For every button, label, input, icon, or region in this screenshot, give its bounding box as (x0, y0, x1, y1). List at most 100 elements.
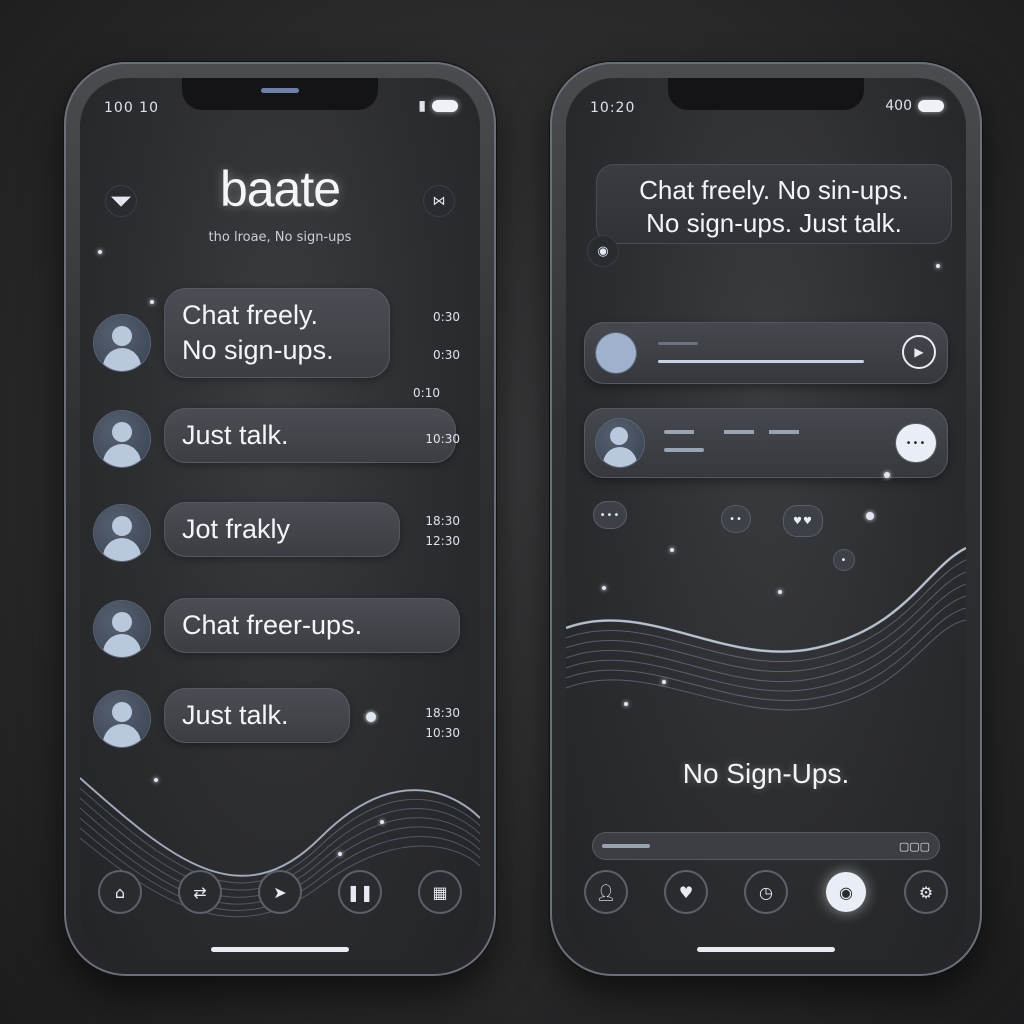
typing-bubble: ••• (594, 502, 626, 528)
bottom-nav: 👤︎ ♥ ◷ ◉ ⚙ (586, 872, 946, 912)
typing-bubble: • (834, 550, 854, 570)
timestamp: 10:30 (425, 432, 460, 446)
nav-clock-button[interactable]: ◷ (746, 872, 786, 912)
timestamp: 18:30 (425, 514, 460, 528)
dot-icon: • (840, 554, 848, 566)
record-icon: ◉ (597, 243, 609, 259)
message-bubble: Chat freer-ups. (164, 598, 460, 654)
battery-icon (432, 100, 458, 112)
sparkle (624, 702, 628, 706)
app-title: baate (219, 161, 341, 217)
nav-chat-button[interactable]: ◉ (826, 872, 866, 912)
banner-text: Chat freely. No sin-ups. No sign-ups. Ju… (639, 175, 909, 238)
bowtie-icon: ⋈ (432, 193, 446, 209)
status-text: 400 (885, 98, 912, 114)
avatar (596, 419, 644, 467)
chat-row[interactable]: Chat freely. No sign-ups. 0:30 0:30 0:10 (94, 288, 466, 400)
heart-icon: ♥ (678, 882, 694, 902)
voice-message-card[interactable]: ▶ (584, 322, 948, 384)
sparkle (98, 250, 102, 254)
share-icon: ⇄ (193, 882, 207, 902)
nav-share-button[interactable]: ⇄ (180, 872, 220, 912)
app-subtitle: tho lroae, No sign-ups (208, 230, 352, 245)
profile-icon: 👤︎ (595, 882, 617, 902)
home-indicator (211, 947, 349, 952)
nav-settings-button[interactable]: ⚙ (906, 872, 946, 912)
sparkle (154, 778, 158, 782)
nav-profile-button[interactable]: 👤︎ (586, 872, 626, 912)
home-indicator (697, 947, 835, 952)
sparkle (670, 548, 674, 552)
dots-icon: ••• (599, 509, 621, 521)
message-bubble: Just talk. (164, 408, 456, 464)
signal-icon: ▮ (418, 98, 426, 114)
phone-right: 10:20 400 Chat freely. No sin-ups. No si… (550, 62, 982, 976)
notch (668, 78, 864, 110)
nav-home-button[interactable]: ⌂ (100, 872, 140, 912)
timestamp: 12:30 (425, 534, 460, 548)
message-bubble: Just talk. (164, 688, 350, 744)
sparkle (884, 472, 890, 478)
send-icon: ➤ (273, 882, 287, 902)
avatar (94, 505, 150, 561)
message-button[interactable]: ••• (896, 424, 936, 462)
nav-heart-button[interactable]: ♥ (666, 872, 706, 912)
timestamp: 0:10 (413, 386, 440, 400)
menu-button[interactable]: ⋈ (424, 186, 454, 216)
audio-label-placeholder (658, 342, 698, 345)
sparkle (602, 586, 606, 590)
record-button[interactable]: ◉ (588, 236, 618, 266)
wave-decoration (566, 546, 966, 711)
battery-icon (918, 100, 944, 112)
home-icon: ⌂ (114, 882, 126, 902)
dots-icon: ♥♥ (793, 515, 813, 527)
status-time: 100 10 (104, 100, 159, 116)
play-icon: ▶ (914, 345, 924, 359)
dots-icon: •• (729, 513, 743, 525)
input-actions-icon[interactable]: ▢▢▢ (899, 840, 930, 853)
banner: Chat freely. No sin-ups. No sign-ups. Ju… (596, 164, 952, 244)
right-screen: 10:20 400 Chat freely. No sin-ups. No si… (566, 78, 966, 960)
slogan: No Sign-Ups. (682, 758, 850, 789)
timestamp: 0:30 (433, 310, 460, 324)
settings-icon: ⚙ (918, 882, 934, 902)
avatar (94, 315, 150, 371)
notch (182, 78, 378, 110)
message-bubble: Jot frakly (164, 502, 400, 558)
clock-icon: ◷ (759, 882, 773, 902)
sparkle (936, 264, 940, 268)
chat-dots-icon: ••• (905, 437, 927, 449)
play-button[interactable]: ▶ (902, 335, 936, 369)
chat-row[interactable]: Jot frakly 18:30 12:30 (94, 498, 466, 568)
chat-row[interactable]: Chat freer-ups. (94, 594, 466, 664)
timestamp: 0:30 (433, 348, 460, 362)
message-input-bar[interactable]: ▢▢▢ (592, 832, 940, 860)
message-bubble: Chat freely. No sign-ups. (164, 288, 390, 379)
status-indicators: 400 (885, 98, 944, 114)
nav-pause-button[interactable]: ❚❚ (340, 872, 380, 912)
typing-bubble: ♥♥ (784, 506, 822, 536)
avatar (596, 333, 636, 373)
sparkle (866, 512, 874, 520)
contact-info-placeholder (664, 430, 814, 434)
chat-icon: ◉ (839, 882, 853, 902)
contact-info-placeholder (664, 448, 704, 452)
sparkle (338, 852, 342, 856)
contact-card[interactable]: ••• (584, 408, 948, 478)
status-time: 10:20 (590, 100, 636, 116)
wave-decoration (80, 777, 480, 918)
gallery-icon: ▦ (432, 882, 448, 902)
chat-row[interactable]: Just talk. 18:30 10:30 (94, 684, 466, 754)
typing-dot (366, 712, 376, 722)
avatar (94, 411, 150, 467)
avatar (94, 691, 150, 747)
timestamp: 10:30 (425, 726, 460, 740)
audio-progress-track[interactable] (658, 360, 864, 363)
chat-row[interactable]: Just talk. 10:30 (94, 404, 466, 474)
left-screen: 100 10 ▮ ◥◤ baate ⋈ tho lroae, No sign-u… (80, 78, 480, 960)
timestamp: 18:30 (425, 706, 460, 720)
nav-send-button[interactable]: ➤ (260, 872, 300, 912)
status-indicators: ▮ (418, 98, 458, 114)
phone-left: 100 10 ▮ ◥◤ baate ⋈ tho lroae, No sign-u… (64, 62, 496, 976)
nav-gallery-button[interactable]: ▦ (420, 872, 460, 912)
